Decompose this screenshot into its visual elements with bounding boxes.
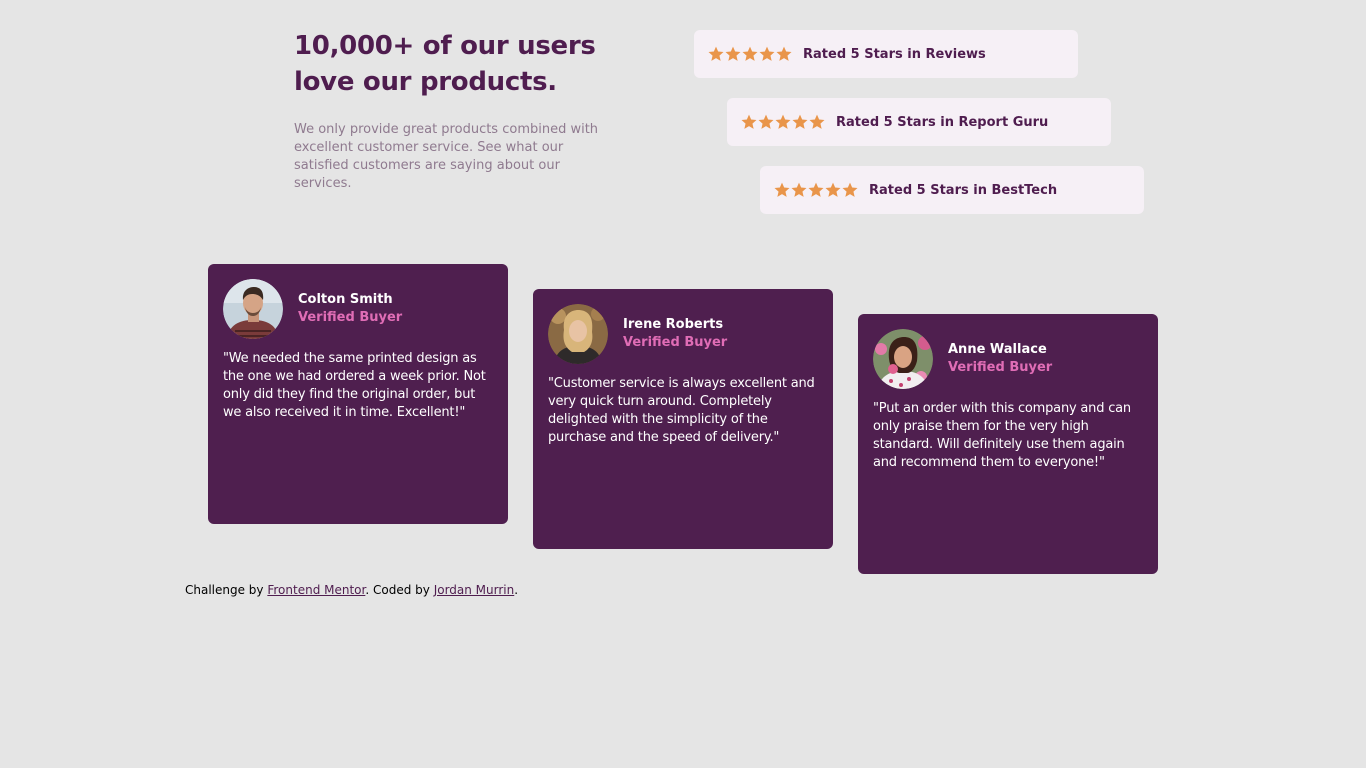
testimonial-quote: "Customer service is always excellent an…	[548, 376, 815, 445]
star-icon	[842, 182, 858, 198]
star-icon	[775, 114, 791, 130]
verified-badge: Verified Buyer	[298, 310, 403, 325]
testimonial-header: Anne Wallace Verified Buyer	[873, 329, 1143, 389]
reviewer-name: Irene Roberts	[623, 317, 724, 332]
testimonial-card-anne: Anne Wallace Verified Buyer "Put an orde…	[858, 314, 1158, 574]
star-icon	[742, 46, 758, 62]
testimonial-header: Colton Smith Verified Buyer	[223, 279, 493, 339]
star-icon	[708, 46, 724, 62]
avatar	[223, 279, 283, 339]
reviewer-name: Anne Wallace	[948, 342, 1047, 357]
intro-description: We only provide great products combined …	[294, 122, 599, 191]
rating-reviews: Rated 5 Stars in Reviews	[694, 30, 1078, 78]
reviewer-info: Irene Roberts Verified Buyer	[623, 316, 727, 352]
star-icon	[759, 46, 775, 62]
star-icon	[792, 114, 808, 130]
star-icon	[791, 182, 807, 198]
attribution-suffix: .	[514, 583, 519, 597]
verified-badge: Verified Buyer	[623, 335, 728, 350]
star-icon	[809, 114, 825, 130]
social-proof-page: 10,000+ of our users love our products. …	[0, 0, 1366, 768]
testimonial-card-irene: Irene Roberts Verified Buyer "Customer s…	[533, 289, 833, 549]
attribution-prefix: Challenge by	[185, 583, 264, 597]
star-icon	[725, 46, 741, 62]
attribution-middle: . Coded by	[365, 583, 430, 597]
reviewer-name: Colton Smith	[298, 292, 393, 307]
star-icon	[741, 114, 757, 130]
reviewer-info: Colton Smith Verified Buyer	[298, 291, 402, 327]
star-icon	[758, 114, 774, 130]
rating-besttech: Rated 5 Stars in BestTech	[760, 166, 1144, 214]
frontend-mentor-link[interactable]: Frontend Mentor	[267, 583, 365, 597]
rating-label: Rated 5 Stars in Reviews	[803, 46, 986, 62]
star-rating	[708, 46, 792, 62]
star-icon	[808, 182, 824, 198]
rating-label: Rated 5 Stars in BestTech	[869, 182, 1058, 198]
testimonial-quote: "Put an order with this company and can …	[873, 401, 1131, 470]
author-link[interactable]: Jordan Murrin	[434, 583, 515, 597]
star-icon	[774, 182, 790, 198]
testimonial-header: Irene Roberts Verified Buyer	[548, 304, 818, 364]
testimonial-quote: "We needed the same printed design as th…	[223, 351, 486, 420]
star-rating	[741, 114, 825, 130]
rating-label: Rated 5 Stars in Report Guru	[836, 114, 1049, 130]
page-heading: 10,000+ of our users love our products.	[294, 31, 596, 97]
star-icon	[825, 182, 841, 198]
reviewer-info: Anne Wallace Verified Buyer	[948, 341, 1052, 377]
attribution: Challenge by Frontend Mentor. Coded by J…	[185, 583, 518, 597]
testimonial-card-colton: Colton Smith Verified Buyer "We needed t…	[208, 264, 508, 524]
star-icon	[776, 46, 792, 62]
avatar	[548, 304, 608, 364]
avatar	[873, 329, 933, 389]
rating-report-guru: Rated 5 Stars in Report Guru	[727, 98, 1111, 146]
star-rating	[774, 182, 858, 198]
verified-badge: Verified Buyer	[948, 360, 1053, 375]
